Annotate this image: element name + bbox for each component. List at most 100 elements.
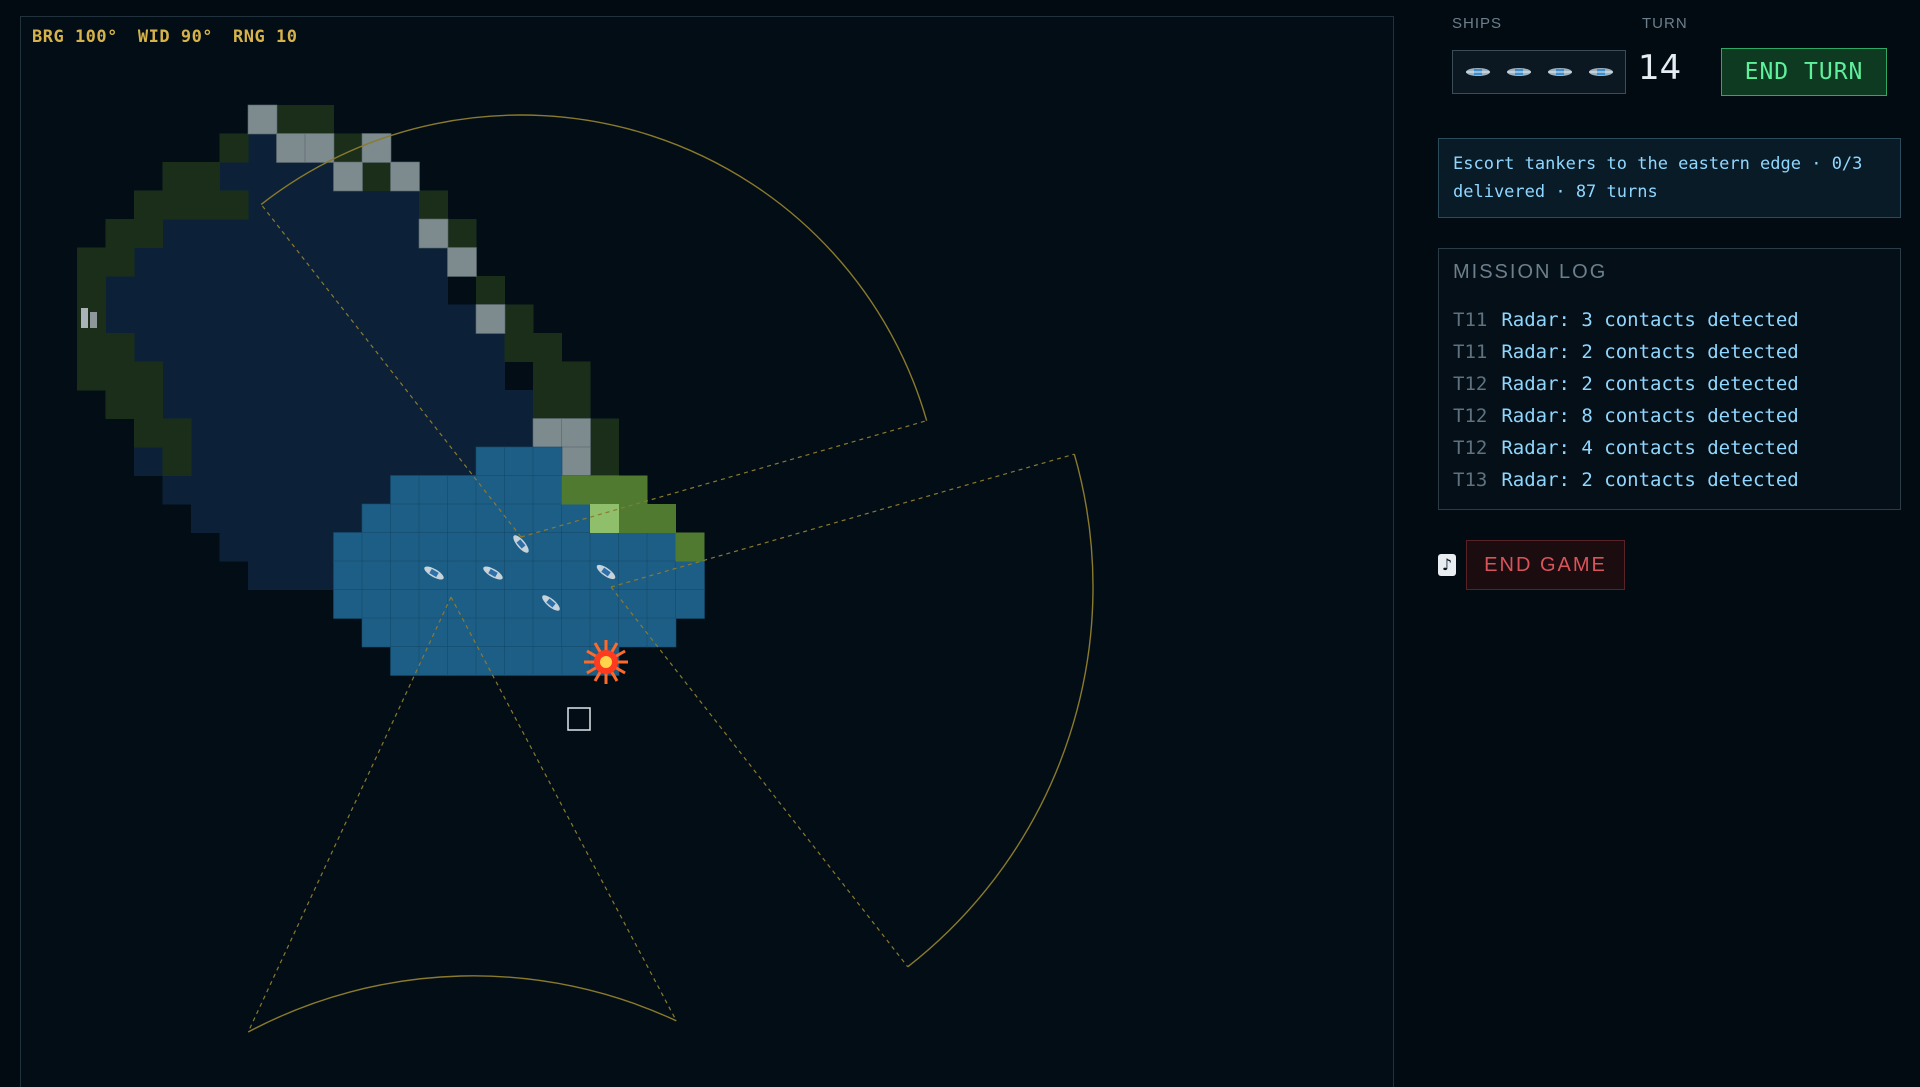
shallow-water-tile bbox=[532, 532, 563, 562]
shallow-water-tile bbox=[532, 560, 563, 591]
shallow-water-tile bbox=[618, 617, 648, 648]
log-entry-message: Radar: 2 contacts detected bbox=[1501, 373, 1799, 395]
forest-tile bbox=[533, 390, 562, 419]
deep-water-tile bbox=[419, 333, 448, 362]
forest-tile bbox=[590, 447, 619, 476]
ship-icon[interactable] bbox=[1506, 66, 1532, 78]
shallow-water-tile bbox=[561, 532, 591, 562]
deep-water-tile bbox=[134, 247, 163, 277]
deep-water-tile bbox=[248, 190, 277, 220]
deep-water-tile bbox=[219, 219, 249, 248]
deep-water-tile bbox=[276, 475, 306, 505]
forest-tile bbox=[162, 447, 192, 476]
forest-tile bbox=[561, 361, 591, 391]
shallow-water-tile bbox=[675, 560, 705, 591]
hud-width: WID 90° bbox=[137, 27, 214, 47]
ship-icon[interactable] bbox=[1588, 66, 1614, 78]
deep-water-tile bbox=[305, 390, 334, 419]
shallow-water-tile bbox=[504, 446, 534, 477]
shallow-water-tile bbox=[646, 589, 677, 619]
shallow-water-tile bbox=[418, 532, 449, 562]
deep-water-tile bbox=[276, 390, 306, 419]
shallow-water-tile bbox=[561, 617, 591, 648]
deep-water-tile bbox=[219, 304, 249, 334]
shallow-water-tile bbox=[532, 503, 563, 534]
deep-water-tile bbox=[162, 390, 192, 419]
forest-tile bbox=[134, 390, 163, 419]
log-entry: T12 Radar: 4 contacts detected bbox=[1453, 437, 1799, 459]
turn-label: TURN bbox=[1642, 15, 1688, 32]
game-map[interactable]: BRG 100° WID 90° RNG 10 bbox=[20, 16, 1394, 1087]
grass-tile bbox=[675, 532, 705, 562]
log-entry-message: Radar: 8 contacts detected bbox=[1501, 405, 1799, 427]
log-entry-turn: T13 bbox=[1453, 469, 1488, 491]
deep-water-tile bbox=[162, 333, 192, 362]
log-entry-turn: T12 bbox=[1453, 405, 1488, 427]
shallow-water-tile bbox=[618, 560, 648, 591]
deep-water-tile bbox=[248, 133, 277, 163]
rock-tile bbox=[532, 418, 563, 448]
shallow-water-tile bbox=[447, 589, 477, 619]
deep-water-tile bbox=[476, 361, 505, 391]
forest-tile bbox=[419, 190, 448, 220]
deep-water-tile bbox=[333, 361, 363, 391]
end-game-button[interactable]: END GAME bbox=[1466, 540, 1625, 590]
deep-water-tile bbox=[362, 247, 391, 277]
deep-water-tile bbox=[419, 390, 448, 419]
deep-water-tile bbox=[447, 361, 477, 391]
deep-water-tile bbox=[333, 418, 363, 448]
forest-tile bbox=[77, 361, 106, 391]
shallow-water-tile bbox=[504, 475, 534, 505]
shallow-water-tile bbox=[475, 532, 506, 562]
rock-tile bbox=[304, 133, 335, 163]
deep-water-tile bbox=[305, 190, 334, 220]
deep-water-tile bbox=[362, 447, 391, 476]
deep-water-tile bbox=[191, 219, 220, 248]
deep-water-tile bbox=[333, 190, 363, 220]
shallow-water-tile bbox=[561, 589, 591, 619]
map-canvas[interactable] bbox=[21, 17, 1393, 1087]
deep-water-tile bbox=[333, 333, 363, 362]
deep-water-tile bbox=[248, 447, 277, 476]
forest-tile bbox=[77, 247, 106, 277]
shallow-water-tile bbox=[504, 589, 534, 619]
radar-sector bbox=[610, 453, 1094, 968]
forest-tile bbox=[476, 276, 505, 305]
rock-tile bbox=[447, 247, 477, 277]
deep-water-tile bbox=[276, 276, 306, 305]
log-entry-turn: T11 bbox=[1453, 341, 1488, 363]
radar-hud: BRG 100° WID 90° RNG 10 bbox=[32, 27, 317, 47]
rock-tile bbox=[561, 418, 591, 448]
forest-tile bbox=[504, 304, 534, 334]
forest-tile bbox=[105, 333, 135, 362]
deep-water-tile bbox=[390, 333, 420, 362]
deep-water-tile bbox=[305, 276, 334, 305]
ship-icon[interactable] bbox=[1547, 66, 1573, 78]
ship-icon[interactable] bbox=[1465, 66, 1491, 78]
music-note-icon[interactable]: ♪ bbox=[1438, 554, 1456, 576]
deep-water-tile bbox=[447, 390, 477, 419]
deep-water-tile bbox=[276, 190, 306, 220]
forest-tile bbox=[134, 418, 163, 448]
deep-water-tile bbox=[419, 304, 448, 334]
forest-tile bbox=[191, 190, 220, 220]
forest-tile bbox=[162, 162, 192, 191]
shallow-water-tile bbox=[618, 532, 648, 562]
shallow-water-tile bbox=[390, 617, 420, 648]
shallow-water-tile bbox=[390, 560, 420, 591]
shallow-water-tile bbox=[561, 560, 591, 591]
shallow-water-tile bbox=[418, 503, 449, 534]
deep-water-tile bbox=[333, 475, 363, 505]
deep-water-tile bbox=[362, 304, 391, 334]
deep-water-tile bbox=[248, 361, 277, 391]
deep-water-tile bbox=[362, 190, 391, 220]
deep-water-tile bbox=[191, 276, 220, 305]
forest-tile bbox=[105, 247, 135, 277]
end-turn-button[interactable]: END TURN bbox=[1721, 48, 1887, 96]
tile-cursor[interactable] bbox=[567, 707, 591, 731]
shallow-water-tile bbox=[475, 589, 506, 619]
shallow-water-tile bbox=[333, 532, 363, 562]
deep-water-tile bbox=[390, 418, 420, 448]
shallow-water-tile bbox=[532, 475, 563, 505]
log-entry: T12 Radar: 8 contacts detected bbox=[1453, 405, 1799, 427]
